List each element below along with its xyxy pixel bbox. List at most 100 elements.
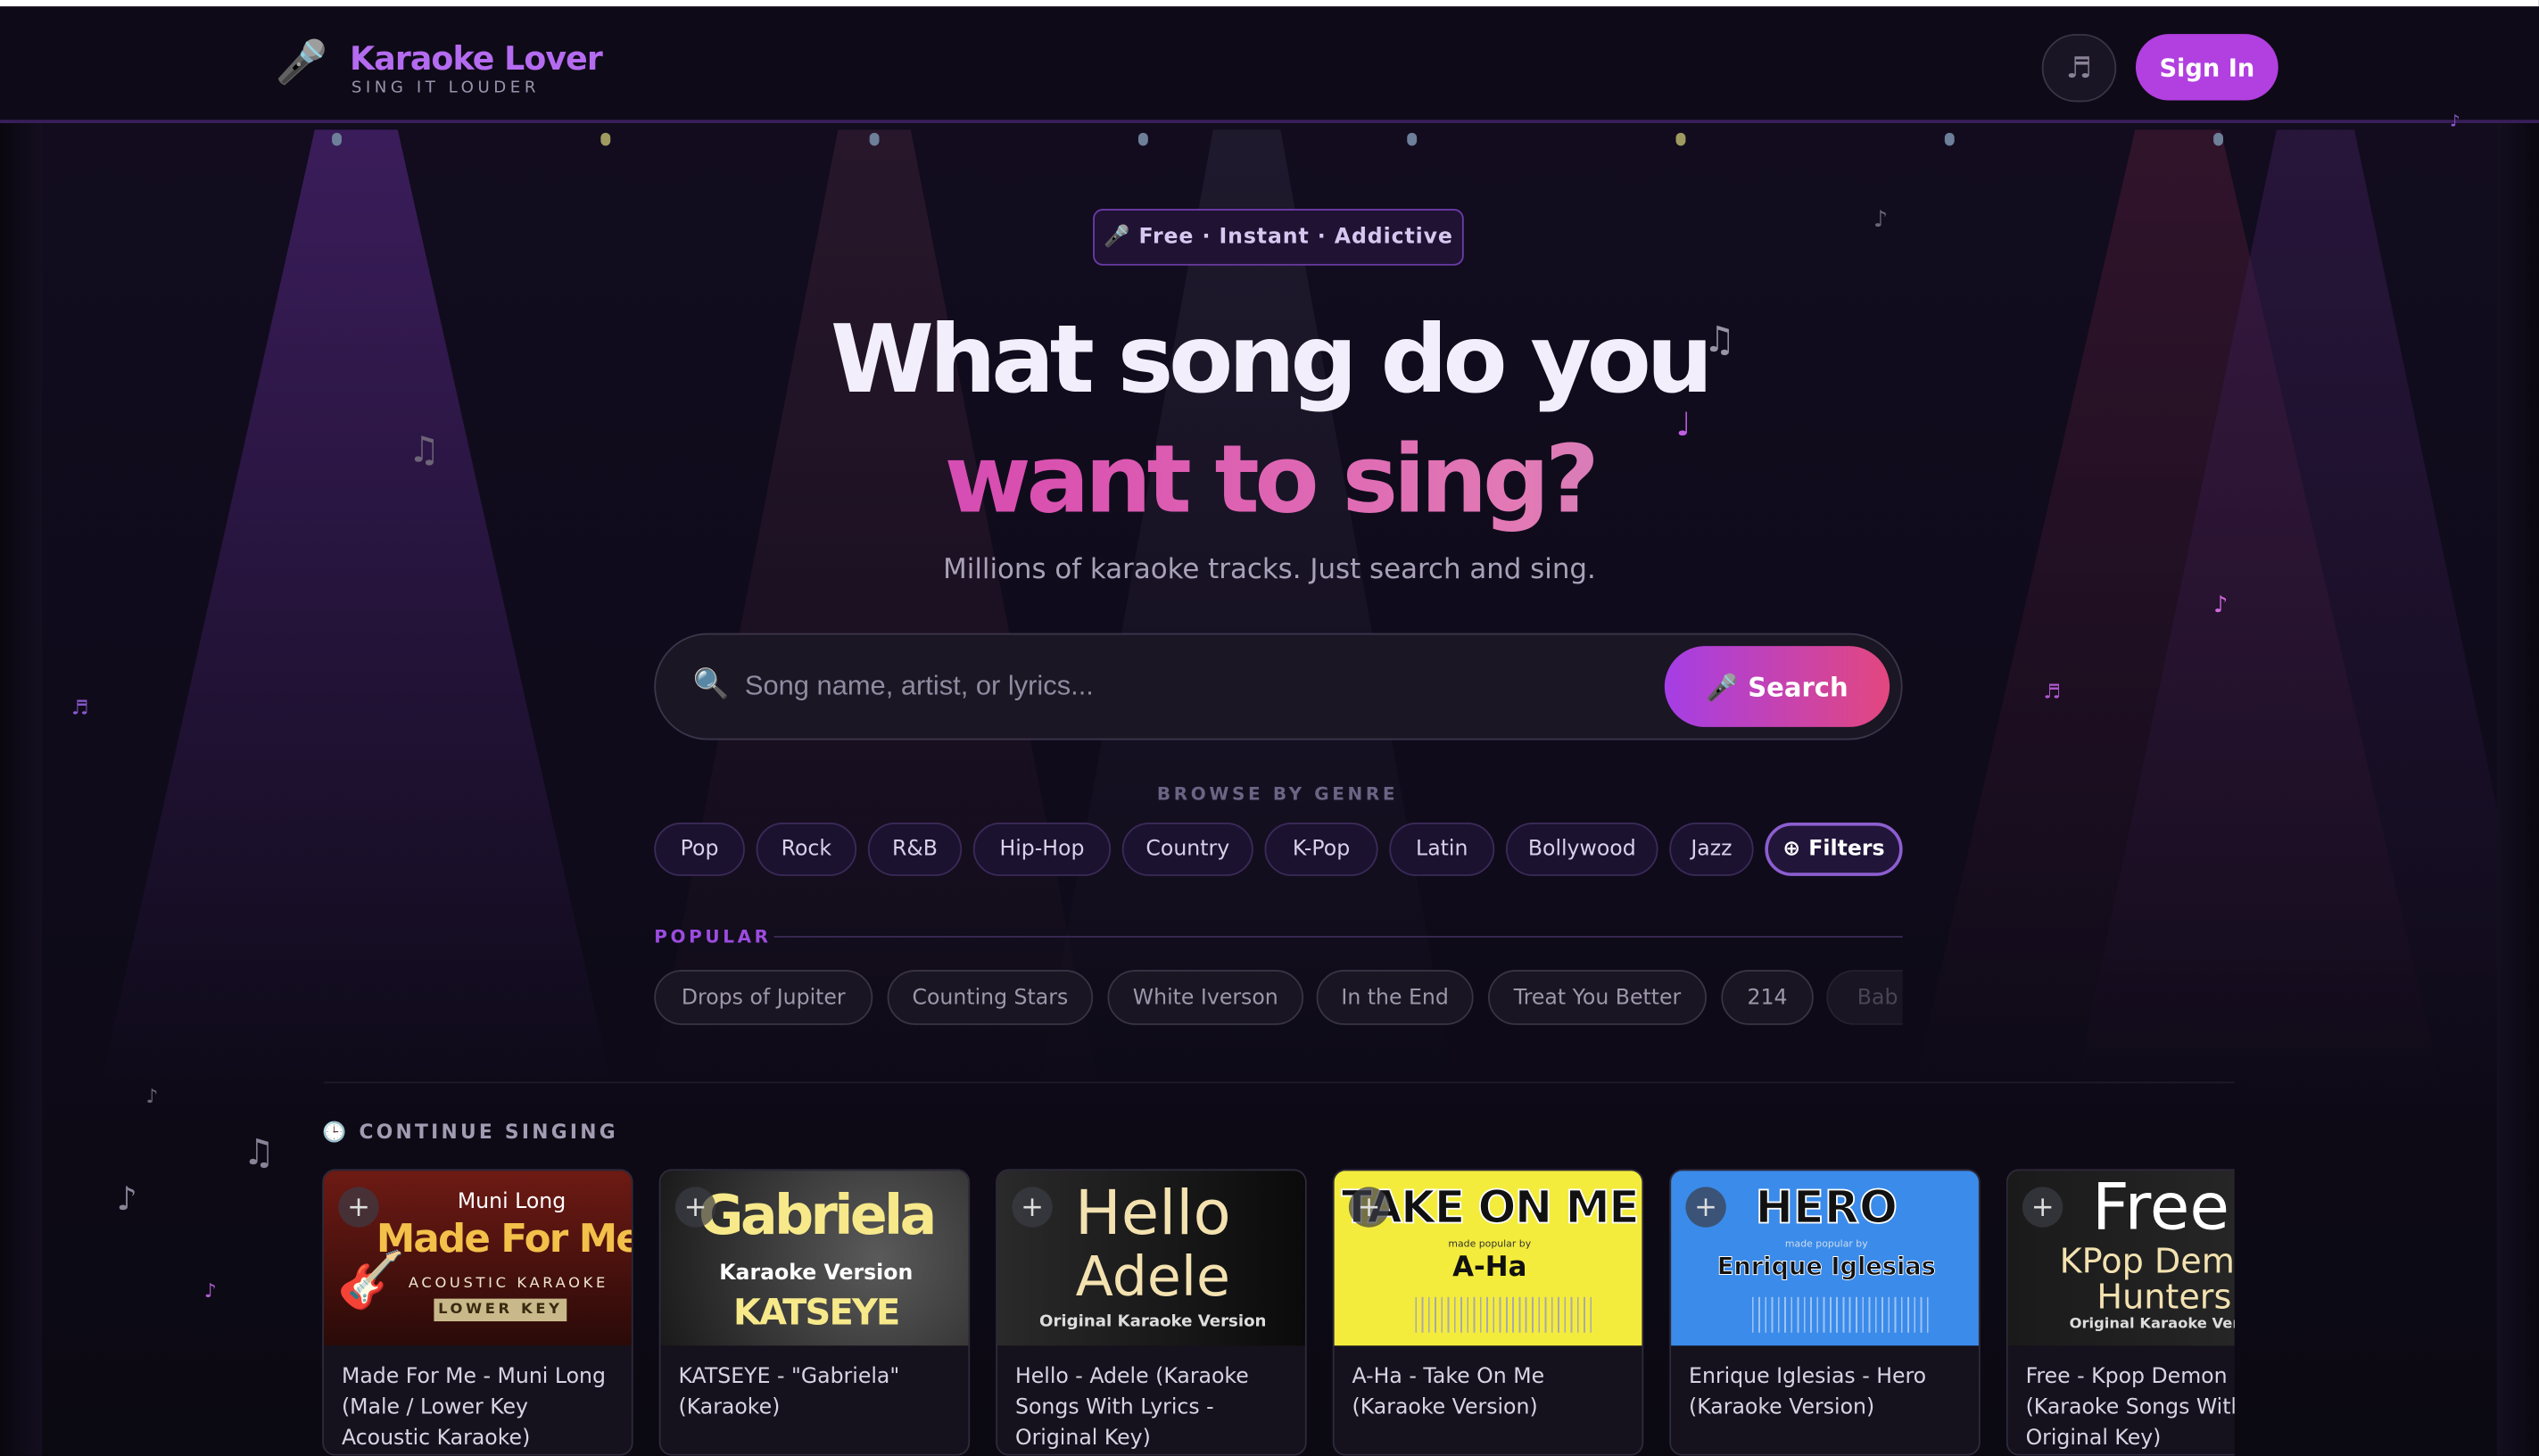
music-note-icon: ♪ <box>2450 113 2460 132</box>
stage-lamp <box>2213 132 2223 146</box>
add-icon[interactable]: + <box>1685 1187 1726 1228</box>
song-card[interactable]: TAKE ON ME made popular by A-Ha + A-Ha -… <box>1332 1169 1644 1456</box>
music-note-icon: ♬ <box>2043 680 2062 703</box>
genre-chip-bollywood[interactable]: Bollywood <box>1505 823 1658 876</box>
clock-icon: 🕒 <box>322 1120 350 1144</box>
popular-chip[interactable]: Counting Stars <box>887 970 1094 1025</box>
thumb-text: Original Karaoke Vers <box>2069 1316 2235 1333</box>
filters-label: Filters <box>1808 837 1885 862</box>
add-icon[interactable]: + <box>338 1187 379 1228</box>
filter-icon: ⊕ <box>1782 837 1801 862</box>
thumb-text: Enrique Iglesias <box>1716 1251 1936 1282</box>
waveform <box>1751 1296 1931 1333</box>
music-button[interactable]: ♬ <box>2041 34 2117 103</box>
sign-in-button[interactable]: Sign In <box>2135 34 2278 101</box>
search-button[interactable]: 🎤 Search <box>1664 646 1890 727</box>
popular-chip[interactable]: In the End <box>1316 970 1474 1025</box>
thumb-text: Adele <box>1075 1245 1230 1311</box>
add-icon[interactable]: + <box>2022 1187 2063 1228</box>
genre-heading: BROWSE BY GENRE <box>1156 783 1399 806</box>
section-divider <box>324 1081 2235 1084</box>
music-note-icon: ♪ <box>1873 207 1889 234</box>
thumb-text: made popular by <box>1448 1238 1532 1251</box>
song-title: KATSEYE - "Gabriela" (Karaoke) <box>678 1365 900 1420</box>
stage-lamp <box>869 132 880 146</box>
song-card[interactable]: Gabriela Karaoke Version KATSEYE + KATSE… <box>658 1169 971 1456</box>
continue-singing-heading: 🕒 CONTINUE SINGING <box>322 1121 618 1143</box>
music-note-icon: ♬ <box>70 696 89 719</box>
thumb-text: ACOUSTIC KARAOKE <box>408 1276 608 1293</box>
song-card[interactable]: HERO made popular by Enrique Iglesias + … <box>1669 1169 1981 1456</box>
song-title: Enrique Iglesias - Hero (Karaoke Version… <box>1689 1365 1927 1420</box>
hero-title-line2: want to sing? <box>0 425 2539 534</box>
thumb-text: KATSEYE <box>732 1294 900 1335</box>
thumb-text: Free <box>2091 1171 2230 1245</box>
filters-button[interactable]: ⊕ Filters <box>1765 823 1903 876</box>
stage-lamp <box>1675 132 1686 146</box>
thumb-text: A-Ha <box>1452 1251 1527 1285</box>
music-note-icon: ♪ <box>203 1278 217 1303</box>
music-note-icon: ♫ <box>243 1133 276 1174</box>
genre-chip-hiphop[interactable]: Hip-Hop <box>972 823 1112 876</box>
stage-lamp <box>1137 132 1148 146</box>
music-note-icon: ♪ <box>116 1179 137 1218</box>
thumb-text: LOWER KEY <box>434 1298 567 1322</box>
microphone-icon: 🎤 <box>275 38 328 88</box>
add-icon[interactable]: + <box>1012 1187 1053 1228</box>
popular-chip[interactable]: Drops of Jupiter <box>654 970 873 1025</box>
hero-subtitle: Millions of karaoke tracks. Just search … <box>943 553 1596 587</box>
song-card[interactable]: Free KPop Demo Hunters Original Karaoke … <box>2006 1169 2235 1456</box>
tagline-badge: 🎤 Free · Instant · Addictive <box>1093 209 1464 266</box>
song-card[interactable]: 🎸 Muni Long Made For Me ACOUSTIC KARAOKE… <box>322 1169 633 1456</box>
card-clip: Free KPop Demo Hunters Original Karaoke … <box>2006 1169 2235 1456</box>
music-note-icon: ♪ <box>145 1085 159 1108</box>
music-note-icon: ♪ <box>2213 592 2229 619</box>
stage-lamp <box>600 132 611 146</box>
thumb-text: Made For Me <box>376 1216 633 1262</box>
light-beam <box>1036 129 1458 1102</box>
genre-chip-jazz[interactable]: Jazz <box>1669 823 1754 876</box>
genre-chip-latin[interactable]: Latin <box>1389 823 1495 876</box>
thumb-text: Hunters <box>2097 1278 2232 1317</box>
music-note-icon: ♬ <box>2065 51 2093 86</box>
song-title: Made For Me - Muni Long (Male / Lower Ke… <box>341 1365 606 1452</box>
song-card[interactable]: Hello Adele Original Karaoke Version + H… <box>996 1169 1307 1456</box>
hero-title-line1: What song do you <box>830 304 1714 415</box>
thumb-text: made popular by <box>1784 1238 1868 1251</box>
light-beam <box>648 129 1102 1102</box>
popular-chip[interactable]: Treat You Better <box>1487 970 1708 1025</box>
popular-divider <box>773 936 1903 938</box>
search-icon: 🔍 <box>692 666 730 701</box>
genre-chip-country[interactable]: Country <box>1121 823 1253 876</box>
logo-title[interactable]: Karaoke Lover <box>350 39 603 79</box>
add-icon[interactable]: + <box>674 1187 716 1228</box>
song-title: A-Ha - Take On Me (Karaoke Version) <box>1352 1365 1545 1420</box>
stage-lamp <box>1944 132 1955 146</box>
popular-chip[interactable]: Bab <box>1826 970 1903 1025</box>
popular-chip[interactable]: 214 <box>1721 970 1814 1025</box>
genre-chip-rnb[interactable]: R&B <box>867 823 963 876</box>
search-button-label: Search <box>1748 671 1848 702</box>
genre-chip-rock[interactable]: Rock <box>756 823 857 876</box>
thumb-text: Muni Long <box>457 1190 567 1215</box>
header: 🎤 Karaoke Lover SING IT LOUDER ♬ Sign In <box>0 6 2539 123</box>
top-strip <box>0 0 2539 7</box>
stage-lamp <box>332 132 342 146</box>
thumb-text: Original Karaoke Version <box>1039 1312 1267 1331</box>
song-title: Free - Kpop Demon H (Karaoke Songs With … <box>2025 1365 2235 1452</box>
song-title: Hello - Adele (Karaoke Songs With Lyrics… <box>1015 1365 1249 1452</box>
search-input[interactable] <box>744 657 1652 716</box>
continue-singing-label: CONTINUE SINGING <box>359 1120 618 1144</box>
light-beam <box>96 129 616 1102</box>
page: 🎤 Karaoke Lover SING IT LOUDER ♬ Sign In… <box>0 0 2539 1456</box>
add-icon[interactable]: + <box>1348 1187 1390 1228</box>
microphone-icon: 🎤 <box>1706 671 1739 702</box>
logo-subtitle: SING IT LOUDER <box>351 79 540 97</box>
genre-chip-kpop[interactable]: K-Pop <box>1264 823 1378 876</box>
thumb-text: KPop Demo <box>2059 1242 2235 1281</box>
popular-heading: POPULAR <box>654 926 772 947</box>
popular-chip[interactable]: White Iverson <box>1107 970 1304 1025</box>
thumb-text: Karaoke Version <box>719 1261 914 1286</box>
genre-chip-pop[interactable]: Pop <box>654 823 745 876</box>
waveform <box>1415 1296 1593 1333</box>
